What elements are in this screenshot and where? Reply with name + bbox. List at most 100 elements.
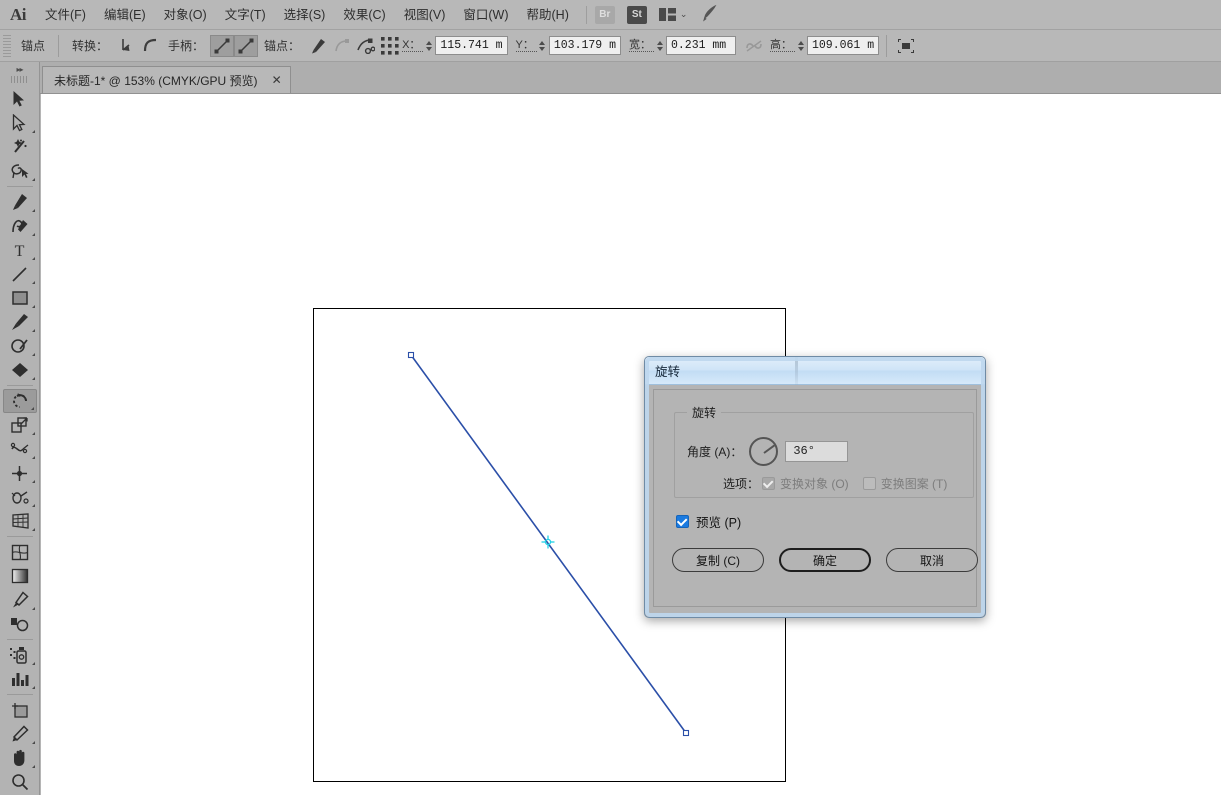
- angle-input[interactable]: 36°: [785, 441, 849, 462]
- height-stepper[interactable]: [795, 36, 806, 56]
- illustrator-window: Ai 文件(F) 编辑(E) 对象(O) 文字(T) 选择(S) 效果(C) 视…: [0, 0, 1221, 795]
- tool-flyout-indicator: [31, 377, 35, 380]
- width-input[interactable]: 0.231 mm: [666, 36, 736, 55]
- magic-wand-tool[interactable]: [3, 135, 37, 159]
- tool-divider: [6, 385, 33, 386]
- dialog-button-row: 复制 (C) 确定 取消: [672, 548, 978, 572]
- cut-path-icon[interactable]: [354, 35, 378, 57]
- menu-edit[interactable]: 编辑(E): [95, 0, 155, 30]
- tool-flyout-indicator: [31, 353, 35, 356]
- dialog-title-bar[interactable]: 旋转: [645, 357, 985, 385]
- gradient-tool[interactable]: [3, 564, 37, 588]
- transform-object-checkbox[interactable]: [762, 477, 776, 490]
- x-input[interactable]: 115.741 m: [435, 36, 508, 55]
- document-canvas[interactable]: [41, 94, 1221, 795]
- angle-dial[interactable]: [749, 437, 779, 466]
- transform-pattern-checkbox[interactable]: [862, 477, 876, 490]
- shaper-tool[interactable]: [3, 334, 37, 358]
- menu-view[interactable]: 视图(V): [395, 0, 455, 30]
- tool-flyout-indicator: [31, 257, 35, 260]
- ok-button[interactable]: 确定: [779, 548, 871, 572]
- menu-object[interactable]: 对象(O): [155, 0, 216, 30]
- menu-file[interactable]: 文件(F): [36, 0, 95, 30]
- symbol-sprayer-tool[interactable]: [3, 643, 37, 667]
- lasso-tool[interactable]: [3, 159, 37, 183]
- width-label: 宽：: [629, 39, 654, 52]
- tool-flyout-indicator: [31, 456, 35, 459]
- arrange-documents-icon[interactable]: ⌄: [658, 8, 687, 21]
- direct-selection-tool[interactable]: [3, 111, 37, 135]
- control-options-bar: 锚点 转换： 手柄： 锚点： X： 115.741 m Y： 103.179 m…: [0, 30, 1221, 62]
- tool-flyout-indicator: [31, 741, 35, 744]
- lock-proportions-icon[interactable]: [742, 35, 766, 57]
- tool-flyout-indicator: [31, 233, 35, 236]
- rotate-dialog[interactable]: 旋转 旋转 角度 (A)： 36° 选项： 变换对象 (O) 变换图案 (T): [644, 356, 986, 618]
- align-options-icon[interactable]: [894, 35, 918, 57]
- copy-button[interactable]: 复制 (C): [672, 548, 764, 572]
- height-input[interactable]: 109.061 m: [807, 36, 880, 55]
- y-label: Y：: [515, 39, 537, 52]
- control-bar-grip[interactable]: [3, 34, 11, 57]
- transform-reference-point-icon[interactable]: [378, 35, 402, 57]
- close-icon[interactable]: ✕: [272, 73, 282, 87]
- tool-flyout-indicator: [31, 765, 35, 768]
- type-tool[interactable]: T: [3, 238, 37, 262]
- selection-tool[interactable]: [3, 87, 37, 111]
- width-stepper[interactable]: [654, 36, 665, 56]
- width-tool[interactable]: [3, 437, 37, 461]
- convert-to-smooth-icon[interactable]: [138, 35, 162, 57]
- paintbrush-tool[interactable]: [3, 310, 37, 334]
- toolbar-grip[interactable]: [10, 76, 29, 83]
- perspective-grid-tool[interactable]: [3, 509, 37, 533]
- menu-window[interactable]: 窗口(W): [454, 0, 517, 30]
- cancel-button[interactable]: 取消: [886, 548, 978, 572]
- show-handles-icon[interactable]: [210, 34, 235, 57]
- tool-flyout-indicator: [31, 662, 35, 665]
- eyedropper-tool[interactable]: [3, 588, 37, 612]
- line-segment-tool[interactable]: [3, 262, 37, 286]
- menu-help[interactable]: 帮助(H): [518, 0, 578, 30]
- menu-effect[interactable]: 效果(C): [334, 0, 394, 30]
- bridge-icon[interactable]: Br: [594, 5, 615, 24]
- preview-checkbox[interactable]: [676, 515, 689, 528]
- column-graph-tool[interactable]: [3, 667, 37, 691]
- eraser-tool[interactable]: [3, 358, 37, 382]
- hide-handles-icon[interactable]: [234, 34, 259, 57]
- add-anchor-point-icon[interactable]: [306, 35, 330, 57]
- x-stepper[interactable]: [423, 36, 434, 56]
- y-stepper[interactable]: [537, 36, 548, 56]
- curvature-tool[interactable]: [3, 214, 37, 238]
- document-tab-bar: 未标题-1* @ 153% (CMYK/GPU 预览) ✕: [0, 62, 1221, 94]
- stock-icon[interactable]: St: [626, 5, 647, 24]
- convert-label: 转换：: [72, 39, 109, 53]
- shape-builder-tool[interactable]: [3, 485, 37, 509]
- x-label: X：: [402, 39, 424, 52]
- menu-select[interactable]: 选择(S): [275, 0, 335, 30]
- slice-tool[interactable]: [3, 722, 37, 746]
- svg-text:T: T: [15, 243, 25, 259]
- artboard-tool[interactable]: [3, 698, 37, 722]
- free-transform-tool[interactable]: [3, 461, 37, 485]
- angle-label: 角度 (A)：: [687, 445, 743, 459]
- document-tab[interactable]: 未标题-1* @ 153% (CMYK/GPU 预览) ✕: [42, 66, 291, 93]
- rectangle-tool[interactable]: [3, 286, 37, 310]
- document-tab-label: 未标题-1* @ 153% (CMYK/GPU 预览): [54, 73, 258, 88]
- y-input[interactable]: 103.179 m: [548, 36, 621, 55]
- menu-bar: Ai 文件(F) 编辑(E) 对象(O) 文字(T) 选择(S) 效果(C) 视…: [0, 0, 1221, 30]
- convert-to-corner-icon[interactable]: [114, 35, 138, 57]
- rotate-tool[interactable]: [2, 389, 37, 413]
- preview-row[interactable]: 预览 (P): [676, 512, 741, 531]
- rocket-icon[interactable]: [700, 3, 723, 25]
- hand-tool[interactable]: [3, 746, 37, 770]
- toolbar-collapse-icon[interactable]: ▸▸: [0, 62, 40, 76]
- zoom-tool[interactable]: [3, 770, 37, 794]
- blend-tool[interactable]: [3, 612, 37, 636]
- tool-divider: [6, 639, 33, 640]
- tool-flyout-indicator: [31, 607, 35, 610]
- menu-type[interactable]: 文字(T): [216, 0, 275, 30]
- scale-tool[interactable]: [3, 413, 37, 437]
- remove-anchor-point-icon[interactable]: [330, 35, 354, 57]
- pen-tool[interactable]: [3, 190, 37, 214]
- transform-object-label: 变换对象 (O): [780, 477, 849, 491]
- mesh-tool[interactable]: [3, 540, 37, 564]
